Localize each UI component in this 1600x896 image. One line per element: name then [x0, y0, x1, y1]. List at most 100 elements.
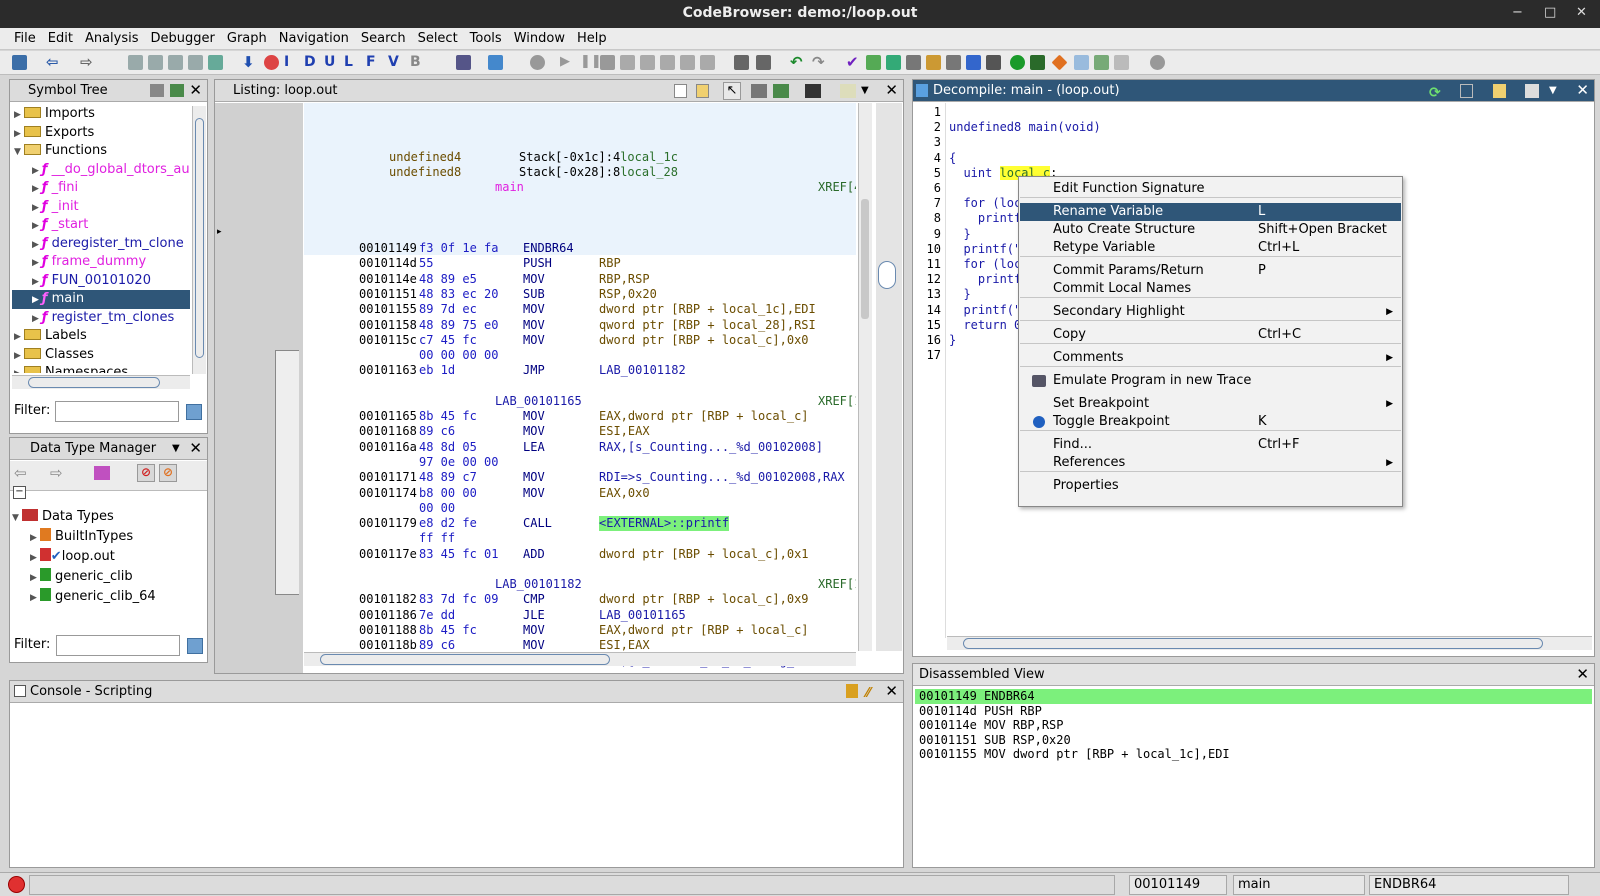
d-icon[interactable]: D [304, 55, 319, 70]
menu-item-rename-variable[interactable]: Rename Variable L [1020, 203, 1401, 221]
vertical-scrollbar[interactable] [858, 103, 872, 651]
u-icon[interactable]: U [324, 55, 339, 70]
nav-icon[interactable] [188, 55, 203, 70]
nav-icon[interactable] [208, 55, 223, 70]
layout-icon[interactable] [840, 84, 856, 98]
tree-item-function[interactable]: ▶ ƒ frame_dummy [12, 253, 190, 272]
vertical-scrollbar[interactable] [192, 106, 206, 374]
menu-item-retype-variable[interactable]: Retype Variable Ctrl+L [1020, 239, 1401, 257]
close-icon[interactable]: ✕ [1576, 664, 1589, 685]
tool-icon[interactable] [1074, 55, 1089, 70]
decompile-line[interactable]: } [949, 227, 970, 242]
disasm-lines[interactable]: 00101149 ENDBR64 0010114d PUSH RBP 0010114… [915, 689, 1592, 762]
listing-code[interactable]: undefined4 Stack[-0x1c]:4local_1c undefi… [304, 103, 856, 673]
create-namespace-icon[interactable] [150, 84, 164, 97]
filter-input[interactable] [56, 635, 180, 656]
tool-icon[interactable] [906, 55, 921, 70]
tree-item-function[interactable]: ▶ ƒ register_tm_clones [12, 309, 190, 328]
step-icon[interactable] [680, 55, 695, 70]
copy-icon[interactable] [1460, 84, 1473, 98]
forward-icon[interactable]: ⇨ [80, 55, 95, 70]
chevron-down-icon[interactable]: ▼ [172, 438, 180, 459]
menu-tools[interactable]: Tools [463, 28, 507, 46]
tree-item-main-selected[interactable]: ▶ ƒ main [12, 290, 190, 309]
minimize-button[interactable]: − [1512, 0, 1523, 26]
decompile-line[interactable]: } [949, 333, 956, 348]
tree-item-loop-out[interactable]: ▶ ✔loop.out [12, 548, 202, 568]
resume-icon[interactable]: ▶ [560, 55, 575, 70]
filter-input[interactable] [55, 401, 179, 422]
menu-help[interactable]: Help [570, 28, 612, 46]
help-icon[interactable] [1150, 55, 1165, 70]
disasm-line[interactable]: 00101151 SUB RSP,0x20 [915, 733, 1592, 748]
tree-item-namespaces[interactable]: ▶ Namespaces [12, 364, 190, 373]
nav-icon[interactable] [128, 55, 143, 70]
menu-select[interactable]: Select [411, 28, 463, 46]
menu-analysis[interactable]: Analysis [78, 28, 144, 46]
menu-item-set-breakpoint[interactable]: Set Breakpoint ▶ [1020, 395, 1401, 413]
step-icon[interactable] [700, 55, 715, 70]
close-icon[interactable]: ✕ [189, 80, 202, 101]
menu-file[interactable]: File [0, 28, 41, 46]
tree-item-functions[interactable]: ▼ Functions [12, 142, 190, 161]
decompile-line[interactable]: } [949, 287, 970, 302]
menu-item-find[interactable]: Find... Ctrl+F [1020, 436, 1401, 454]
disasm-line[interactable]: 0010114d PUSH RBP [915, 704, 1592, 719]
chevron-down-icon[interactable]: ▼ [1549, 80, 1557, 101]
jump-label[interactable]: LAB_00101182 [495, 577, 582, 592]
nav-icon[interactable] [168, 55, 183, 70]
horizontal-scrollbar[interactable] [304, 652, 856, 666]
tree-item-generic-clib-64[interactable]: ▶ generic_clib_64 [12, 588, 202, 608]
redo-icon[interactable]: ↷ [812, 55, 827, 70]
tree-item-exports[interactable]: ▶ Exports [12, 124, 190, 143]
tool-icon[interactable] [966, 55, 981, 70]
copy-icon[interactable] [674, 84, 687, 98]
step-icon[interactable] [660, 55, 675, 70]
decompile-line[interactable]: { [949, 151, 956, 166]
chevron-down-icon[interactable]: ▼ [861, 80, 869, 101]
pause-icon[interactable]: ❚❚ [580, 55, 602, 70]
tool-icon[interactable] [1114, 55, 1129, 70]
refresh-icon[interactable] [170, 84, 184, 97]
lock-icon[interactable] [846, 684, 858, 698]
menu-item-copy[interactable]: Copy Ctrl+C [1020, 326, 1401, 344]
diff-icon[interactable] [773, 84, 789, 98]
i-icon[interactable]: I [284, 55, 299, 70]
diamond-icon[interactable] [1051, 54, 1068, 71]
down-arrow-icon[interactable]: ⬇ [242, 55, 257, 70]
menu-item-auto-create-structure[interactable]: Auto Create Structure Shift+Open Bracket [1020, 221, 1401, 239]
tree-item-generic-clib[interactable]: ▶ generic_clib [12, 568, 202, 588]
menu-item-commit-params-return[interactable]: Commit Params/Return P [1020, 262, 1401, 280]
close-icon[interactable]: ✕ [885, 681, 898, 702]
maximize-button[interactable]: □ [1544, 0, 1556, 26]
tree-item-imports[interactable]: ▶ Imports [12, 105, 190, 124]
tree-item-data-types[interactable]: ▼ Data Types [12, 508, 202, 528]
tree-item-function[interactable]: ▶ ƒ deregister_tm_clone [12, 235, 190, 254]
menu-item-comments[interactable]: Comments ▶ [1020, 349, 1401, 367]
disasm-line[interactable]: 0010114e MOV RBP,RSP [915, 718, 1592, 733]
overview-bar[interactable] [876, 103, 902, 651]
decompile-line[interactable]: return 0; [949, 318, 1028, 333]
f-icon[interactable]: F [366, 55, 381, 70]
menu-debugger[interactable]: Debugger [144, 28, 220, 46]
tree-item-function[interactable]: ▶ ƒ _init [12, 198, 190, 217]
tool-icon[interactable] [1030, 55, 1045, 70]
filter-array-icon[interactable]: ⊘ [137, 464, 155, 482]
step-icon[interactable] [620, 55, 635, 70]
field-edit-icon[interactable] [751, 84, 767, 98]
nav-icon[interactable] [148, 55, 163, 70]
tool-icon[interactable] [866, 55, 881, 70]
tool-icon[interactable] [946, 55, 961, 70]
stop-icon[interactable] [264, 55, 279, 70]
save-icon[interactable] [12, 55, 27, 70]
function-label[interactable]: main [495, 180, 524, 195]
checkmark-icon[interactable]: ✔ [846, 55, 861, 70]
menu-item-secondary-highlight[interactable]: Secondary Highlight ▶ [1020, 303, 1401, 321]
menu-graph[interactable]: Graph [220, 28, 272, 46]
menu-item-edit-function-signature[interactable]: Edit Function Signature [1020, 180, 1401, 198]
close-icon[interactable]: ✕ [189, 438, 202, 459]
tool-icon[interactable] [886, 55, 901, 70]
close-icon[interactable]: ✕ [885, 80, 898, 101]
menu-item-properties[interactable]: Properties [1020, 477, 1401, 495]
back-icon[interactable]: ⇦ [14, 464, 27, 482]
